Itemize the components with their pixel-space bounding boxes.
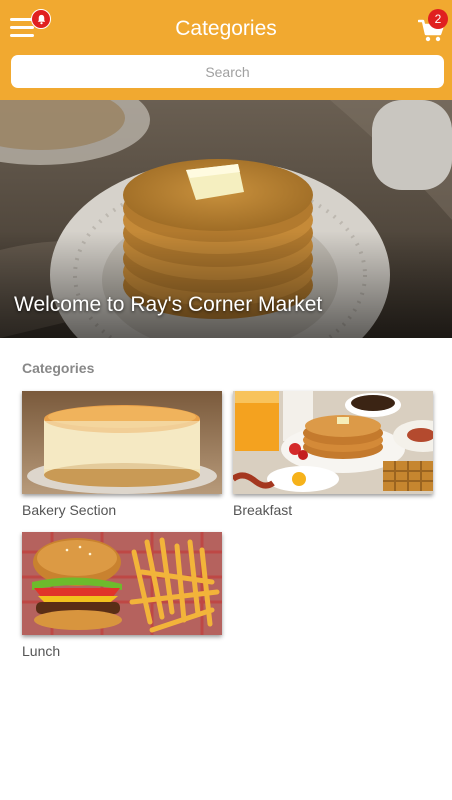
section-heading: Categories [22,360,95,376]
category-card-lunch[interactable]: Lunch [22,532,222,659]
bakery-image [22,391,222,494]
category-card-bakery[interactable]: Bakery Section [22,391,222,518]
search-input[interactable] [11,55,444,88]
category-card-breakfast[interactable]: Breakfast [233,391,433,518]
breakfast-image [233,391,433,494]
cart-count-badge: 2 [428,9,448,29]
category-label: Lunch [22,643,61,659]
lunch-image [22,532,222,635]
category-label: Bakery Section [22,502,117,518]
hero-title: Welcome to Ray's Corner Market [14,293,323,316]
page-title: Categories [175,17,277,40]
category-label: Breakfast [233,502,293,518]
app-header: Categories 2 [0,0,452,100]
